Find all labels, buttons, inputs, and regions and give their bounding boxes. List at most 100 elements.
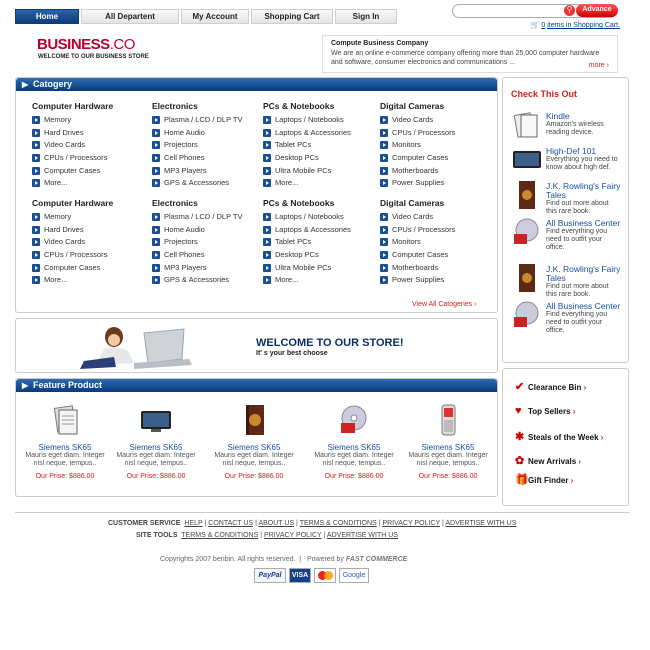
category-link[interactable]: Cell Phones bbox=[152, 249, 272, 262]
category-link[interactable]: Motherboards bbox=[380, 262, 500, 275]
cart-icon[interactable]: 🛒 bbox=[531, 22, 540, 29]
quicklink[interactable]: ✱ Steals of the Week › bbox=[515, 430, 603, 443]
category-link[interactable]: Power Supplies bbox=[380, 177, 500, 190]
product-name[interactable]: Siemens SK65 bbox=[310, 443, 398, 452]
quicklink[interactable]: ✿ New Arrivals › bbox=[515, 454, 581, 467]
footer-link-privacy-2[interactable]: PRIVACY POLICY bbox=[264, 532, 322, 539]
tab-shopping-cart[interactable]: Shopping Cart bbox=[251, 9, 333, 24]
quicklink[interactable]: ♥ Top Sellers › bbox=[515, 405, 575, 417]
footer-link-advertise-2[interactable]: ADVERTISE WITH US bbox=[327, 532, 398, 539]
category-heading[interactable]: PCs & Notebooks bbox=[263, 198, 383, 208]
category-link[interactable]: More... bbox=[263, 177, 383, 190]
product-name[interactable]: Siemens SK65 bbox=[112, 443, 200, 452]
category-link[interactable]: Tablet PCs bbox=[263, 236, 383, 249]
category-link[interactable]: Video Cards bbox=[380, 114, 500, 127]
cd-icon[interactable] bbox=[512, 300, 542, 332]
advance-search-button[interactable]: Advance bbox=[576, 4, 618, 17]
product-name[interactable]: Siemens SK65 bbox=[21, 443, 109, 452]
category-link[interactable]: More... bbox=[263, 274, 383, 287]
category-heading[interactable]: Digital Cameras bbox=[380, 101, 500, 111]
category-link[interactable]: Laptops / Notebooks bbox=[263, 211, 383, 224]
category-link[interactable]: Projectors bbox=[152, 139, 272, 152]
category-link[interactable]: CPUs / Processors bbox=[32, 152, 152, 165]
quicklink[interactable]: 🎁Gift Finder › bbox=[515, 473, 573, 486]
category-link[interactable]: Cell Phones bbox=[152, 152, 272, 165]
category-heading[interactable]: Electronics bbox=[152, 198, 272, 208]
phone-icon[interactable] bbox=[404, 403, 492, 443]
check-item-title[interactable]: Kindle bbox=[546, 112, 621, 121]
category-link[interactable]: Desktop PCs bbox=[263, 249, 383, 262]
product-name[interactable]: Siemens SK65 bbox=[404, 443, 492, 452]
category-link[interactable]: Power Supplies bbox=[380, 274, 500, 287]
category-link[interactable]: Ultra Mobile PCs bbox=[263, 165, 383, 178]
category-link[interactable]: Ultra Mobile PCs bbox=[263, 262, 383, 275]
logo[interactable]: BUSINESS.CO bbox=[37, 36, 135, 53]
footer-link-privacy[interactable]: PRIVACY POLICY bbox=[382, 520, 440, 527]
footer-link-about[interactable]: ABOUT US bbox=[258, 520, 294, 527]
product-card[interactable]: Siemens SK65 Mauris eget diam. Integer ni… bbox=[21, 403, 109, 480]
category-link[interactable]: Hard Drives bbox=[32, 127, 152, 140]
check-item-title[interactable]: All Business Center bbox=[546, 302, 621, 311]
category-heading[interactable]: Digital Cameras bbox=[380, 198, 500, 208]
category-link[interactable]: GPS & Accessories bbox=[152, 177, 272, 190]
category-link[interactable]: Desktop PCs bbox=[263, 152, 383, 165]
book-icon[interactable] bbox=[210, 403, 298, 443]
footer-link-terms[interactable]: TERMS & CONDITIONS bbox=[300, 520, 377, 527]
category-link[interactable]: Home Audio bbox=[152, 224, 272, 237]
powered-brand[interactable]: FAST COMMERCE bbox=[346, 556, 407, 563]
category-link[interactable]: Laptops & Accessories bbox=[263, 127, 383, 140]
category-link[interactable]: MP3 Players bbox=[152, 165, 272, 178]
tab-home[interactable]: Home bbox=[15, 9, 79, 24]
document-icon[interactable] bbox=[512, 110, 542, 142]
category-link[interactable]: Hard Drives bbox=[32, 224, 152, 237]
view-all-categories-link[interactable]: View All Catogeries › bbox=[412, 301, 476, 308]
tab-all-department[interactable]: All Departent bbox=[81, 9, 179, 24]
category-link[interactable]: Computer Cases bbox=[380, 249, 500, 262]
product-card[interactable]: Siemens SK65 Mauris eget diam. Integer ni… bbox=[210, 403, 298, 480]
footer-link-advertise[interactable]: ADVERTISE WITH US bbox=[445, 520, 516, 527]
tab-my-account[interactable]: My Account bbox=[181, 9, 249, 24]
category-link[interactable]: Computer Cases bbox=[380, 152, 500, 165]
product-name[interactable]: Siemens SK65 bbox=[210, 443, 298, 452]
category-link[interactable]: CPUs / Processors bbox=[380, 127, 500, 140]
about-more-link[interactable]: more › bbox=[589, 62, 609, 69]
tv-icon[interactable] bbox=[512, 145, 542, 177]
category-link[interactable]: CPUs / Processors bbox=[32, 249, 152, 262]
category-link[interactable]: Memory bbox=[32, 114, 152, 127]
check-item-title[interactable]: J.K. Rowling's Fairy Tales bbox=[546, 182, 621, 200]
category-link[interactable]: Video Cards bbox=[32, 139, 152, 152]
footer-link-help[interactable]: HELP bbox=[184, 520, 202, 527]
category-link[interactable]: Monitors bbox=[380, 236, 500, 249]
tab-sign-in[interactable]: Sign In bbox=[335, 9, 397, 24]
category-link[interactable]: Plasma / LCD / DLP TV bbox=[152, 114, 272, 127]
product-card[interactable]: Siemens SK65 Mauris eget diam. Integer ni… bbox=[404, 403, 492, 480]
category-heading[interactable]: Electronics bbox=[152, 101, 272, 111]
category-link[interactable]: CPUs / Processors bbox=[380, 224, 500, 237]
category-link[interactable]: MP3 Players bbox=[152, 262, 272, 275]
category-link[interactable]: Laptops & Accessories bbox=[263, 224, 383, 237]
category-heading[interactable]: PCs & Notebooks bbox=[263, 101, 383, 111]
check-item-title[interactable]: High-Def 101 bbox=[546, 147, 621, 156]
category-link[interactable]: Computer Cases bbox=[32, 165, 152, 178]
cd-icon[interactable] bbox=[310, 403, 398, 443]
category-link[interactable]: Home Audio bbox=[152, 127, 272, 140]
footer-link-contact[interactable]: CONTACT US bbox=[208, 520, 253, 527]
product-card[interactable]: Siemens SK65 Mauris eget diam. Integer ni… bbox=[310, 403, 398, 480]
category-link[interactable]: More... bbox=[32, 177, 152, 190]
category-link[interactable]: Monitors bbox=[380, 139, 500, 152]
check-item-title[interactable]: All Business Center bbox=[546, 219, 621, 228]
book-icon[interactable] bbox=[512, 263, 542, 295]
check-item-title[interactable]: J.K. Rowling's Fairy Tales bbox=[546, 265, 621, 283]
category-link[interactable]: Plasma / LCD / DLP TV bbox=[152, 211, 272, 224]
tv-icon[interactable] bbox=[112, 403, 200, 443]
quicklink[interactable]: ✔ Clearance Bin › bbox=[515, 380, 586, 393]
cart-count[interactable]: 0 bbox=[541, 22, 545, 29]
footer-link-terms-2[interactable]: TERMS & CONDITIONS bbox=[181, 532, 258, 539]
category-link[interactable]: Video Cards bbox=[32, 236, 152, 249]
category-link[interactable]: Projectors bbox=[152, 236, 272, 249]
search-icon[interactable]: ⚲ bbox=[564, 5, 575, 16]
category-link[interactable]: Motherboards bbox=[380, 165, 500, 178]
category-link[interactable]: Computer Cases bbox=[32, 262, 152, 275]
category-heading[interactable]: Computer Hardware bbox=[32, 101, 152, 111]
category-link[interactable]: GPS & Accessories bbox=[152, 274, 272, 287]
